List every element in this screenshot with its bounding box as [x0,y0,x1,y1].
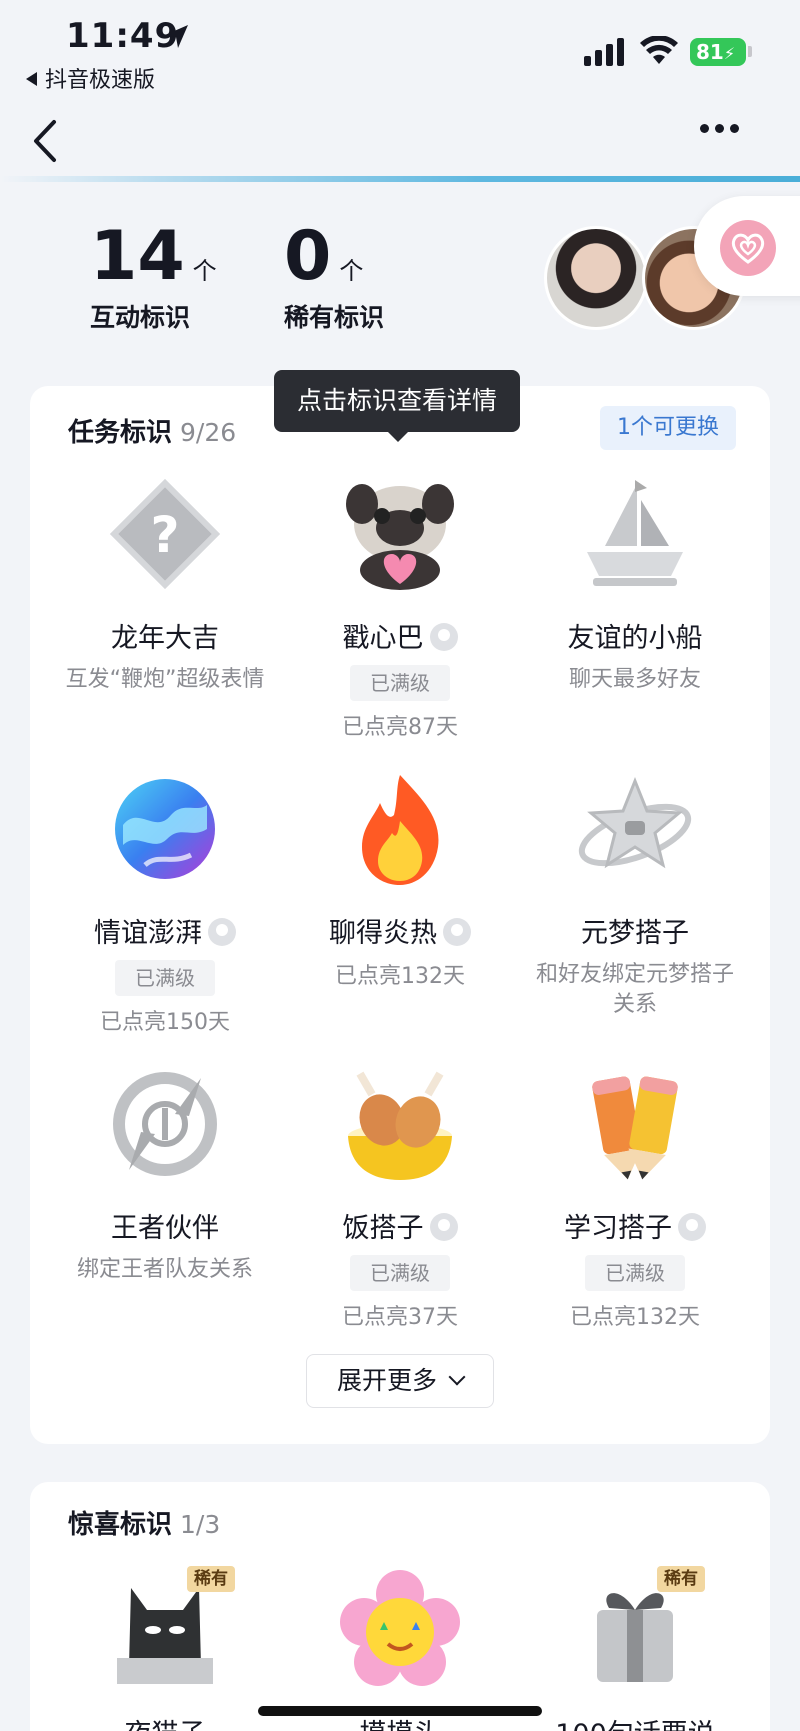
badge-longnian[interactable]: ? 龙年大吉 互发“鞭炮”超级表情 [50,474,280,695]
battery-level: 81 [696,40,724,64]
task-section-title: 任务标识 9/26 [68,412,236,449]
badge-desc: 和好友绑定元梦搭子关系 [535,962,734,1017]
back-arrow-icon[interactable] [26,116,66,166]
interactive-badges-stat[interactable]: 14 个 互动标识 [90,222,217,334]
rare-label: 稀有标识 [284,303,385,332]
back-app-label: 抖音极速版 [45,68,156,93]
badge-youyi-xiaochuan[interactable]: 友谊的小船 聊天最多好友 [520,474,750,695]
sailboat-icon [575,474,695,594]
svg-text:?: ? [150,506,179,564]
rare-count: 0 [284,217,332,296]
medal-icon [678,1213,706,1241]
badge-qingyi-pengpai[interactable]: 情谊澎湃 已满级 已点亮150天 [50,769,280,1036]
flame-icon [340,769,460,889]
gift-box-icon: 稀有 [575,1566,705,1690]
badge-wangzhe-huoban[interactable]: 王者伙伴 绑定王者队友关系 [50,1064,280,1285]
heart-bubble-button[interactable] [694,196,800,296]
badge-name: 100句话要说 [520,1712,750,1731]
badge-liaode-yanre[interactable]: 聊得炎热 已点亮132天 [285,769,515,990]
expand-more-button[interactable]: 展开更多 [306,1354,494,1408]
badge-name: 情谊澎湃 [50,911,280,950]
medal-icon [443,918,471,946]
star-planet-icon [575,769,695,889]
badge-name: 饭搭子 [285,1206,515,1245]
swap-available-button[interactable]: 1个可更换 [600,406,736,450]
surprise-badges-card: 惊喜标识1/3 稀有 夜猫子 摸摸头 稀有 100句话要说 [30,1482,770,1731]
badge-desc: 绑定王者队友关系 [76,1257,253,1282]
task-title-text: 任务标识 [68,418,173,448]
battery-tip [748,46,752,57]
header-accent-line [0,176,800,182]
lit-days: 已点亮37天 [342,1305,458,1330]
honor-of-kings-icon [105,1064,225,1184]
badge-100-sentences[interactable]: 稀有 100句话要说 [520,1566,750,1731]
surprise-section-title: 惊喜标识 1/3 [68,1504,220,1541]
medal-icon [208,918,236,946]
badge-name: 友谊的小船 [567,623,703,654]
status-bar: 11:49 抖音极速版 81⚡ [0,0,800,100]
avatar-self[interactable] [544,226,648,330]
chicken-leg-bowl-icon [340,1064,460,1184]
home-indicator[interactable] [258,1706,542,1716]
interactive-unit: 个 [192,257,217,285]
badge-name: 学习搭子 [520,1206,750,1245]
badge-name: 王者伙伴 [111,1213,219,1244]
badge-chuoxinba[interactable]: 戳心巴 已满级 已点亮87天 [285,474,515,741]
surprise-title-text: 惊喜标识 [68,1510,173,1540]
flower-face-icon [340,1570,460,1690]
level-tag: 已满级 [585,1255,685,1291]
back-triangle-icon [26,72,37,86]
wifi-icon [640,36,678,64]
more-options-icon[interactable] [700,118,750,142]
interactive-count: 14 [90,217,185,296]
lit-days: 已点亮132天 [335,964,465,989]
rare-badges-stat[interactable]: 0个 稀有标识 [284,222,384,334]
wave-globe-icon [105,769,225,889]
heart-icon [720,220,776,276]
badge-yuanmeng-dazi[interactable]: 元梦搭子 和好友绑定元梦搭子关系 [520,769,750,1020]
lit-days: 已点亮132天 [570,1305,700,1330]
badge-desc: 聊天最多好友 [568,667,701,692]
badge-xuexi-dazi[interactable]: 学习搭子 已满级 已点亮132天 [520,1064,750,1331]
medal-icon [429,623,458,651]
task-badges-card: 任务标识 9/26 1个可更换 ? 龙年大吉 互发“鞭炮”超级表情 戳心巴 已满级… [30,386,770,1444]
badge-name: 聊得炎热 [285,911,515,950]
badge-fan-dazi[interactable]: 饭搭子 已满级 已点亮37天 [285,1064,515,1331]
charging-bolt-icon: ⚡ [723,44,736,63]
rare-unit: 个 [339,257,364,285]
expand-more-label: 展开更多 [336,1366,437,1395]
tooltip-pointer [388,432,408,442]
badge-yemaozi[interactable]: 稀有 夜猫子 [50,1566,280,1731]
chevron-down-icon [448,1368,466,1386]
level-tag: 已满级 [115,960,215,996]
lit-days: 已点亮150天 [100,1010,230,1035]
badge-name: 夜猫子 [50,1712,280,1731]
lit-days: 已点亮87天 [342,715,458,740]
night-cat-icon: 稀有 [105,1566,235,1690]
pug-heart-icon [340,474,460,594]
battery-indicator: 81⚡ [690,38,746,66]
level-tag: 已满级 [350,1255,450,1291]
interactive-label: 互动标识 [90,303,191,332]
level-tag: 已满级 [350,665,450,701]
badge-desc: 互发“鞭炮”超级表情 [65,667,265,692]
task-count: 9/26 [180,418,237,447]
back-to-app-link[interactable]: 抖音极速版 [26,62,155,94]
cellular-signal-icon [584,38,624,66]
tooltip: 点击标识查看详情 [274,370,520,432]
rare-tag: 稀有 [657,1566,705,1592]
rare-tag: 稀有 [187,1566,235,1592]
medal-icon [429,1213,458,1241]
question-diamond-icon: ? [105,474,225,594]
pencils-icon [575,1064,695,1184]
badge-name: 龙年大吉 [111,623,219,654]
badge-name: 戳心巴 [285,616,515,655]
location-arrow-icon [165,25,188,48]
badge-name: 元梦搭子 [581,918,689,949]
surprise-count: 1/3 [180,1510,221,1539]
